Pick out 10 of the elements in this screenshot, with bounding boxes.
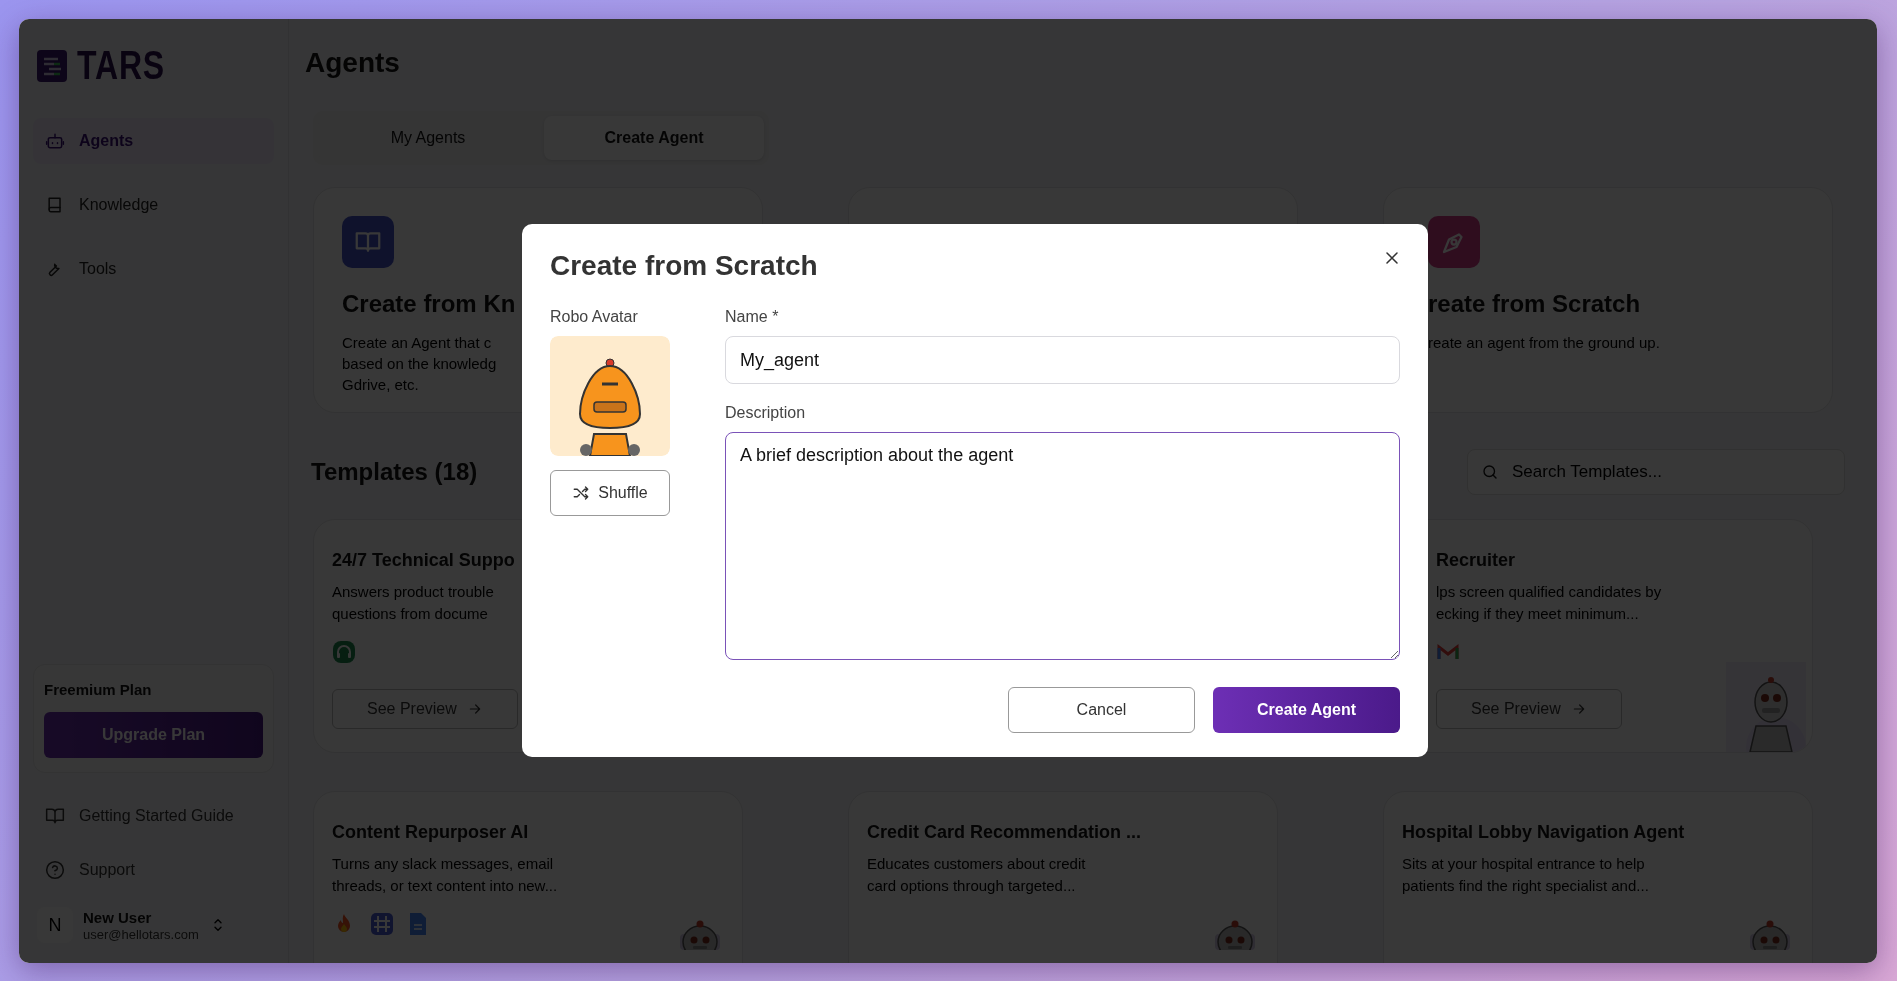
field-label: Description xyxy=(725,404,806,422)
card-description: reate an agent from the ground up. xyxy=(1428,333,1660,353)
template-description: Turns any slack messages, email threads, or text content into new... xyxy=(332,854,558,896)
template-description: lps screen qualified candidates by ecking if they meet minimum... xyxy=(1436,582,1662,624)
field-label: Robo Avatar xyxy=(550,308,638,326)
template-description: Educates customers about credit card options through targeted... xyxy=(867,854,1086,896)
template-description: Sits at your hospital entrance to help patients find the right specialist and... xyxy=(1402,854,1649,896)
dialog-title: Create from Scratch xyxy=(550,250,818,282)
field-label: Name * xyxy=(725,308,779,326)
template-description: Answers product trouble questions from docume xyxy=(332,582,494,624)
